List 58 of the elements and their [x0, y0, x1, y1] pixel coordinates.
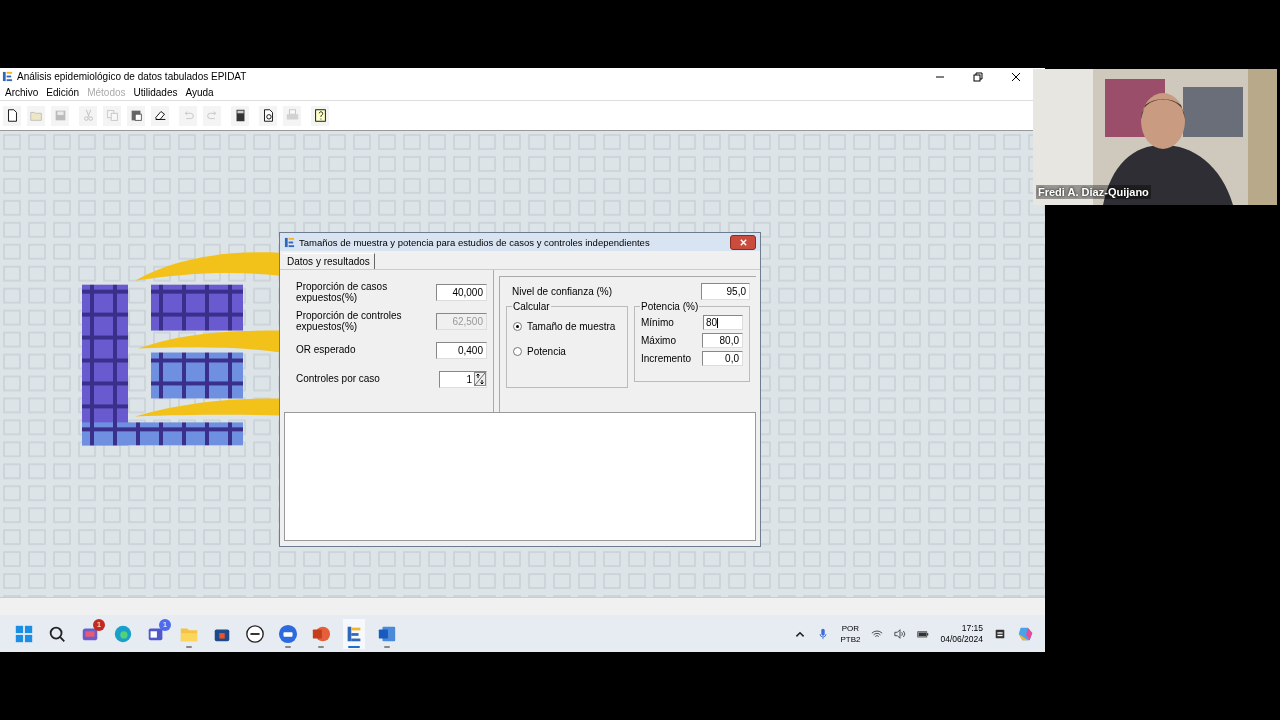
toolbar-button[interactable] [259, 105, 277, 126]
input-field[interactable]: 80 [703, 315, 743, 330]
menu-item[interactable]: Ayuda [182, 87, 217, 98]
radio-button[interactable] [513, 347, 522, 356]
circle-logo-icon [245, 623, 265, 644]
speaker-icon[interactable] [894, 627, 907, 640]
tab[interactable]: Datos y resultados [283, 253, 375, 269]
notification-icon[interactable] [994, 627, 1006, 640]
radio-label: Tamaño de muestra [527, 321, 616, 332]
group-title: Calcular [512, 301, 551, 312]
menu-item[interactable]: Edición [43, 87, 83, 98]
field-label: Proporción de controles expuestos(%) [296, 309, 403, 333]
notification-badge: 1 [159, 618, 171, 631]
dialog-title: Tamaños de muestra y potencia para estudios de casos y controles independientes [299, 236, 651, 248]
menu-item[interactable]: Archivo [2, 87, 42, 98]
help-icon [312, 108, 328, 123]
field-label: Incremento [641, 353, 692, 364]
field-label: Máximo [641, 335, 676, 346]
app-icon [284, 236, 295, 248]
toolbar-button[interactable] [151, 105, 169, 126]
menu-item[interactable]: Utilidades [130, 87, 181, 98]
windows-icon [14, 623, 34, 644]
close-button[interactable] [730, 234, 756, 250]
toolbar-button[interactable] [311, 105, 329, 126]
field-label: Proporción de casos expuestos(%) [296, 280, 389, 304]
close-icon [738, 237, 748, 247]
field-label: Mínimo [641, 317, 674, 328]
spin-arrows-icon[interactable] [474, 372, 486, 386]
app-icon [2, 71, 13, 82]
toolbar-button[interactable] [127, 105, 145, 126]
wifi-icon[interactable] [871, 627, 884, 640]
toolbar-button[interactable] [3, 105, 21, 126]
field-label: Controles por caso [296, 373, 381, 385]
spinner-field[interactable]: 1 [439, 370, 487, 388]
clock[interactable]: 17:15 04/06/2024 [940, 622, 983, 645]
browser-icon [113, 623, 133, 644]
radio-option[interactable]: Potencia [513, 346, 621, 357]
video-app-icon [278, 623, 298, 644]
input-field[interactable]: 40,000 [436, 283, 487, 301]
window-title: Análisis epidemiológico de datos tabulados EPIDAT [17, 71, 248, 82]
input-field[interactable]: 0,0 [702, 351, 743, 366]
field-label: Nivel de confianza (%) [512, 285, 614, 298]
toolbar-button[interactable] [231, 105, 249, 126]
group-title: Potencia (%) [640, 301, 700, 312]
field-label: OR esperado [296, 344, 357, 356]
language-indicator[interactable]: POR PTB2 [840, 622, 861, 645]
close-icon[interactable] [1011, 71, 1021, 82]
input-field[interactable]: 80,0 [702, 333, 743, 348]
restore-icon[interactable] [973, 71, 983, 82]
radio-button[interactable] [513, 322, 522, 331]
radio-label: Potencia [527, 346, 566, 357]
input-field[interactable]: 95,0 [701, 283, 750, 300]
notification-badge: 1 [93, 618, 105, 631]
copy-icon [104, 108, 120, 123]
eraser-icon [152, 108, 168, 123]
radio-option[interactable]: Tamaño de muestra [513, 321, 621, 332]
input-field[interactable]: 0,400 [436, 341, 487, 359]
microphone-icon[interactable] [817, 627, 830, 640]
